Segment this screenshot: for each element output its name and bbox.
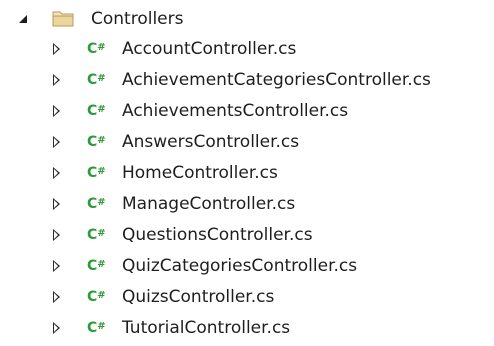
- tree-node-file[interactable]: C# HomeController.cs: [0, 158, 494, 188]
- file-label: AchievementCategoriesController.cs: [122, 70, 431, 90]
- file-label: QuestionsController.cs: [122, 225, 313, 245]
- tree-node-file[interactable]: C# QuestionsController.cs: [0, 220, 494, 250]
- file-label: AnswersController.cs: [122, 132, 300, 152]
- collapsed-arrow-icon[interactable]: [53, 291, 60, 303]
- csharp-file-icon: C#: [87, 165, 106, 181]
- collapsed-arrow-icon[interactable]: [53, 136, 60, 148]
- collapsed-arrow-icon[interactable]: [53, 198, 60, 210]
- csharp-file-icon: C#: [87, 320, 106, 336]
- file-label: HomeController.cs: [122, 163, 278, 183]
- tree-node-file[interactable]: C# AnswersController.cs: [0, 127, 494, 157]
- tree-node-file[interactable]: C# AchievementCategoriesController.cs: [0, 65, 494, 95]
- solution-explorer-tree: Controllers C# AccountController.cs C# A…: [0, 0, 494, 346]
- csharp-file-icon: C#: [87, 258, 106, 274]
- tree-node-file[interactable]: C# QuizsController.cs: [0, 282, 494, 312]
- tree-node-file[interactable]: C# ManageController.cs: [0, 189, 494, 219]
- file-label: AccountController.cs: [122, 39, 297, 59]
- collapsed-arrow-icon[interactable]: [53, 322, 60, 334]
- csharp-file-icon: C#: [87, 227, 106, 243]
- csharp-file-icon: C#: [87, 103, 106, 119]
- expanded-arrow-icon[interactable]: [19, 15, 27, 23]
- csharp-file-icon: C#: [87, 72, 106, 88]
- folder-label: Controllers: [91, 9, 184, 29]
- collapsed-arrow-icon[interactable]: [53, 229, 60, 241]
- file-label: AchievementsController.cs: [122, 101, 349, 121]
- tree-node-controllers-folder[interactable]: Controllers: [0, 4, 494, 34]
- csharp-file-icon: C#: [87, 289, 106, 305]
- collapsed-arrow-icon[interactable]: [53, 74, 60, 86]
- collapsed-arrow-icon[interactable]: [53, 167, 60, 179]
- file-label: TutorialController.cs: [122, 318, 291, 338]
- folder-icon: [52, 11, 74, 27]
- collapsed-arrow-icon[interactable]: [53, 105, 60, 117]
- collapsed-arrow-icon[interactable]: [53, 260, 60, 272]
- csharp-file-icon: C#: [87, 134, 106, 150]
- tree-node-file[interactable]: C# TutorialController.cs: [0, 313, 494, 343]
- file-label: QuizsController.cs: [122, 287, 275, 307]
- tree-node-file[interactable]: C# QuizCategoriesController.cs: [0, 251, 494, 281]
- tree-node-file[interactable]: C# AccountController.cs: [0, 34, 494, 64]
- csharp-file-icon: C#: [87, 41, 106, 57]
- file-label: ManageController.cs: [122, 194, 296, 214]
- csharp-file-icon: C#: [87, 196, 106, 212]
- file-label: QuizCategoriesController.cs: [122, 256, 358, 276]
- tree-node-file[interactable]: C# AchievementsController.cs: [0, 96, 494, 126]
- collapsed-arrow-icon[interactable]: [53, 43, 60, 55]
